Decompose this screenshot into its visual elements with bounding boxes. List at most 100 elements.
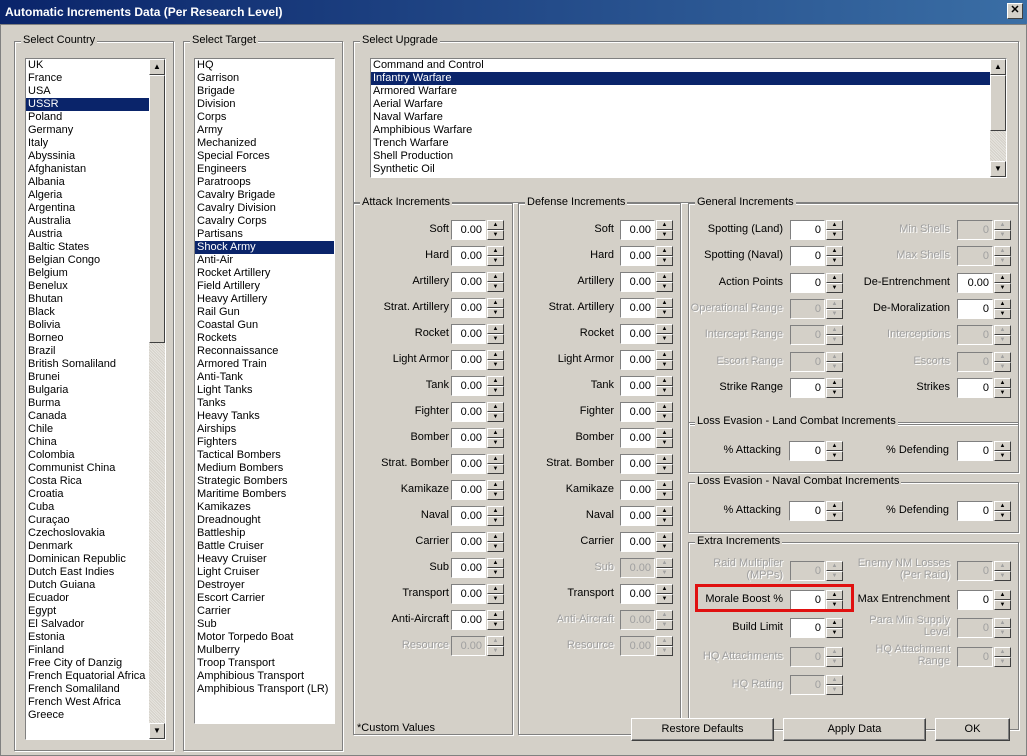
defense-fighter-field[interactable]: 0.00 [620, 402, 655, 422]
spin-up-icon[interactable]: ▲ [487, 350, 504, 360]
spin-down-icon[interactable]: ▼ [656, 334, 673, 344]
defense-tank-field[interactable]: 0.00 [620, 376, 655, 396]
spin-up-icon[interactable]: ▲ [487, 454, 504, 464]
country-list-item[interactable]: Ecuador [26, 592, 165, 605]
spin-up-icon[interactable]: ▲ [656, 246, 673, 256]
country-list-item[interactable]: Estonia [26, 631, 165, 644]
target-list-item[interactable]: Battleship [195, 527, 334, 540]
target-list-item[interactable]: Partisans [195, 228, 334, 241]
attack-naval-spinner[interactable]: ▲ ▼ [487, 506, 504, 526]
defense-kamikaze-field[interactable]: 0.00 [620, 480, 655, 500]
spin-down-icon[interactable]: ▼ [994, 511, 1011, 521]
country-list-item[interactable]: Austria [26, 228, 165, 241]
target-list-item[interactable]: Anti-Air [195, 254, 334, 267]
spin-up-icon[interactable]: ▲ [994, 298, 1011, 309]
attack-transport-field[interactable]: 0.00 [451, 584, 486, 604]
country-list-item[interactable]: Canada [26, 410, 165, 423]
country-list-item[interactable]: Italy [26, 137, 165, 150]
spin-up-icon[interactable]: ▲ [487, 376, 504, 386]
attack-artillery-field[interactable]: 0.00 [451, 272, 486, 292]
spin-down-icon[interactable]: ▼ [487, 308, 504, 318]
target-list-item[interactable]: Mechanized [195, 137, 334, 150]
country-list-item[interactable]: Brazil [26, 345, 165, 358]
defense-strat-bomber-field[interactable]: 0.00 [620, 454, 655, 474]
spin-down-icon[interactable]: ▼ [994, 451, 1011, 461]
spin-down-icon[interactable]: ▼ [994, 308, 1011, 319]
upgrade-list-item[interactable]: Amphibious Warfare [371, 124, 1006, 137]
target-list-item[interactable]: Engineers [195, 163, 334, 176]
spin-up-icon[interactable]: ▲ [656, 584, 673, 594]
attack-hard-spinner[interactable]: ▲ ▼ [487, 246, 504, 266]
spin-up-icon[interactable]: ▲ [487, 558, 504, 568]
defense-strat-artillery-spinner[interactable]: ▲ ▼ [656, 298, 673, 318]
spin-down-icon[interactable]: ▼ [656, 386, 673, 396]
loss-land-attacking-spinner[interactable]: ▲ ▼ [826, 441, 843, 461]
defense-strat-bomber-spinner[interactable]: ▲ ▼ [656, 454, 673, 474]
spin-up-icon[interactable]: ▲ [656, 532, 673, 542]
general-de-entrenchment-field[interactable]: 0.00 [957, 272, 993, 293]
country-list-item[interactable]: Free City of Danzig [26, 657, 165, 670]
general-de-moralization-field[interactable]: 0 [957, 298, 993, 319]
country-list-item[interactable]: Finland [26, 644, 165, 657]
spin-up-icon[interactable]: ▲ [487, 532, 504, 542]
target-list-item[interactable]: Light Cruiser [195, 566, 334, 579]
attack-tank-spinner[interactable]: ▲ ▼ [487, 376, 504, 396]
spin-up-icon[interactable]: ▲ [656, 376, 673, 386]
attack-strat-artillery-field[interactable]: 0.00 [451, 298, 486, 318]
loss-naval-attacking-spinner[interactable]: ▲ ▼ [826, 501, 843, 521]
defense-carrier-spinner[interactable]: ▲ ▼ [656, 532, 673, 552]
attack-hard-field[interactable]: 0.00 [451, 246, 486, 266]
attack-fighter-spinner[interactable]: ▲ ▼ [487, 402, 504, 422]
country-list-item[interactable]: Brunei [26, 371, 165, 384]
upgrade-list-item[interactable]: Naval Warfare [371, 111, 1006, 124]
spin-down-icon[interactable]: ▼ [994, 387, 1011, 398]
scroll-down-icon[interactable]: ▼ [149, 723, 165, 739]
target-list-item[interactable]: Garrison [195, 72, 334, 85]
spin-up-icon[interactable]: ▲ [487, 324, 504, 334]
target-list-item[interactable]: Maritime Bombers [195, 488, 334, 501]
target-list-item[interactable]: Paratroops [195, 176, 334, 189]
upgrade-list-item[interactable]: Shell Production [371, 150, 1006, 163]
defense-fighter-spinner[interactable]: ▲ ▼ [656, 402, 673, 422]
country-list-item[interactable]: Curaçao [26, 514, 165, 527]
country-list-item[interactable]: Dutch East Indies [26, 566, 165, 579]
country-list-item[interactable]: Dutch Guiana [26, 579, 165, 592]
target-list-item[interactable]: Brigade [195, 85, 334, 98]
defense-carrier-field[interactable]: 0.00 [620, 532, 655, 552]
spin-up-icon[interactable]: ▲ [994, 272, 1011, 283]
country-list-item[interactable]: Greece [26, 709, 165, 722]
spin-down-icon[interactable]: ▼ [487, 412, 504, 422]
spin-down-icon[interactable]: ▼ [487, 256, 504, 266]
spin-down-icon[interactable]: ▼ [487, 230, 504, 240]
defense-tank-spinner[interactable]: ▲ ▼ [656, 376, 673, 396]
spin-down-icon[interactable]: ▼ [656, 542, 673, 552]
country-listbox[interactable]: UK France USA USSR Poland Germany Italy Abyssin… [25, 58, 166, 740]
country-list-item[interactable]: Afghanistan [26, 163, 165, 176]
target-list-item[interactable]: Army [195, 124, 334, 137]
attack-carrier-field[interactable]: 0.00 [451, 532, 486, 552]
defense-soft-field[interactable]: 0.00 [620, 220, 655, 240]
upgrade-list-item[interactable]: Armored Warfare [371, 85, 1006, 98]
attack-naval-field[interactable]: 0.00 [451, 506, 486, 526]
spin-up-icon[interactable]: ▲ [656, 350, 673, 360]
target-list-item[interactable]: Fighters [195, 436, 334, 449]
spin-down-icon[interactable]: ▼ [656, 230, 673, 240]
loss-land-defending-field[interactable]: 0 [957, 441, 993, 461]
spin-down-icon[interactable]: ▼ [826, 451, 843, 461]
spin-down-icon[interactable]: ▼ [656, 256, 673, 266]
spin-up-icon[interactable]: ▲ [487, 480, 504, 490]
country-list-item[interactable]: El Salvador [26, 618, 165, 631]
target-list-item[interactable]: Medium Bombers [195, 462, 334, 475]
spin-up-icon[interactable]: ▲ [487, 506, 504, 516]
target-list-item[interactable]: Reconnaissance [195, 345, 334, 358]
spin-up-icon[interactable]: ▲ [994, 590, 1011, 600]
spin-up-icon[interactable]: ▲ [656, 454, 673, 464]
spin-up-icon[interactable]: ▲ [487, 272, 504, 282]
upgrade-list-item[interactable]: Command and Control [371, 59, 1006, 72]
loss-land-attacking-field[interactable]: 0 [789, 441, 825, 461]
general-de-entrenchment-spinner[interactable]: ▲ ▼ [994, 272, 1011, 293]
spin-down-icon[interactable]: ▼ [487, 542, 504, 552]
target-list-item[interactable]: Tanks [195, 397, 334, 410]
attack-transport-spinner[interactable]: ▲ ▼ [487, 584, 504, 604]
target-list-item[interactable]: Armored Train [195, 358, 334, 371]
